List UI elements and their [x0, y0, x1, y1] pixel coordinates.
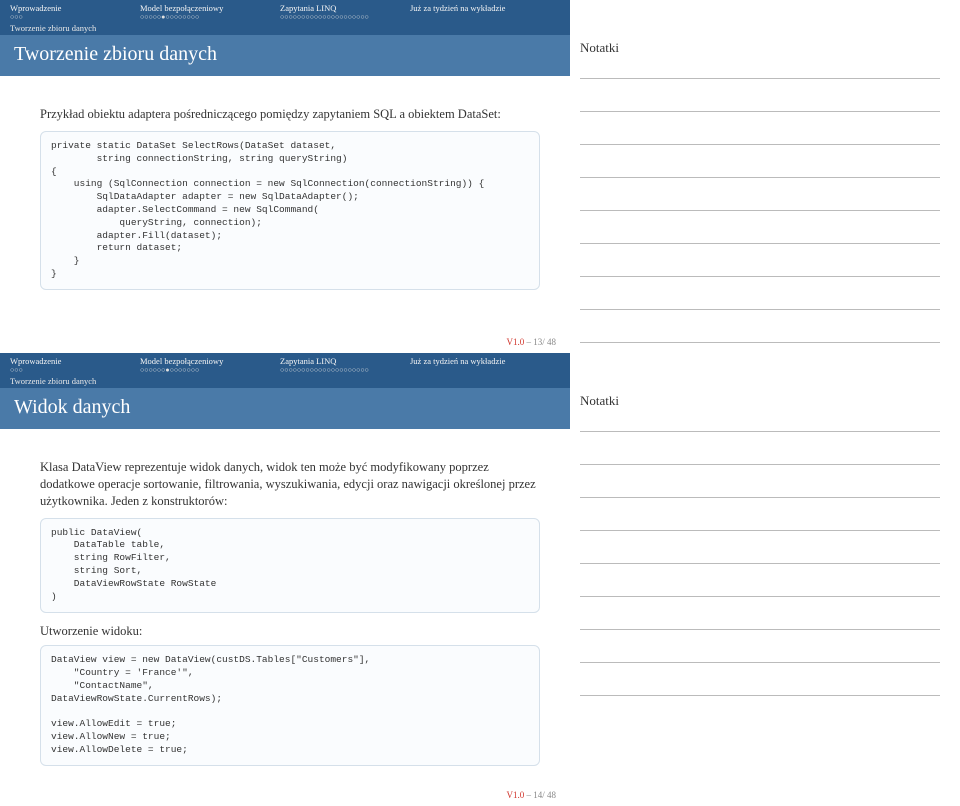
slide-footer: V1.0 – 13/ 48: [0, 333, 570, 353]
version-label: V1.0: [506, 790, 524, 800]
slide-1: Wprowadzenie ○○○ Model bezpołączeniowy ○…: [0, 0, 960, 353]
notes-title: Notatki: [580, 40, 940, 56]
page-number: – 13/ 48: [526, 337, 556, 347]
slide-content: Wprowadzenie ○○○ Model bezpołączeniowy ○…: [0, 353, 570, 806]
body-text: Klasa DataView reprezentuje widok danych…: [40, 459, 540, 510]
nav-label: Model bezpołączeniowy: [140, 356, 280, 366]
slide-2: Wprowadzenie ○○○ Model bezpołączeniowy ○…: [0, 353, 960, 806]
notes-line: [580, 695, 940, 696]
notes-lines: [580, 421, 940, 696]
progress-dots: ○○○: [10, 367, 140, 374]
nav-item[interactable]: Zapytania LINQ ○○○○○○○○○○○○○○○○○○○○○: [280, 356, 410, 374]
nav-item[interactable]: Model bezpołączeniowy ○○○○○●○○○○○○○○: [140, 3, 280, 21]
notes-line: [580, 144, 940, 145]
progress-dots: ○○○○○●○○○○○○○○: [140, 14, 280, 21]
body-text: Przykład obiektu adaptera pośrednicząceg…: [40, 106, 540, 123]
page-number: – 14/ 48: [526, 790, 556, 800]
progress-dots: ○○○○○○○○○○○○○○○○○○○○○: [280, 367, 410, 374]
notes-line: [580, 177, 940, 178]
subsection-label: Tworzenie zbioru danych: [10, 376, 560, 386]
code-block: public DataView( DataTable table, string…: [40, 518, 540, 613]
notes-line: [580, 210, 940, 211]
slide-content: Wprowadzenie ○○○ Model bezpołączeniowy ○…: [0, 0, 570, 353]
version-label: V1.0: [506, 337, 524, 347]
progress-dots: ○○○○○○●○○○○○○○: [140, 367, 280, 374]
notes-lines: [580, 68, 940, 343]
notes-line: [580, 629, 940, 630]
nav-label: Już za tydzień na wykładzie: [410, 356, 560, 366]
nav-label: Zapytania LINQ: [280, 3, 410, 13]
nav-header: Wprowadzenie ○○○ Model bezpołączeniowy ○…: [0, 353, 570, 388]
code-block: DataView view = new DataView(custDS.Tabl…: [40, 645, 540, 766]
nav-header: Wprowadzenie ○○○ Model bezpołączeniowy ○…: [0, 0, 570, 35]
nav-item[interactable]: Wprowadzenie ○○○: [10, 3, 140, 21]
nav-label: Zapytania LINQ: [280, 356, 410, 366]
notes-line: [580, 563, 940, 564]
slide-footer: V1.0 – 14/ 48: [0, 786, 570, 806]
slide-body: Klasa DataView reprezentuje widok danych…: [0, 429, 570, 786]
nav-item[interactable]: Zapytania LINQ ○○○○○○○○○○○○○○○○○○○○○: [280, 3, 410, 21]
code-block: private static DataSet SelectRows(DataSe…: [40, 131, 540, 290]
notes-line: [580, 431, 940, 432]
nav-label: Już za tydzień na wykładzie: [410, 3, 560, 13]
notes-title: Notatki: [580, 393, 940, 409]
nav-item[interactable]: Już za tydzień na wykładzie: [410, 356, 560, 374]
slide-title: Widok danych: [0, 388, 570, 429]
nav-label: Wprowadzenie: [10, 356, 140, 366]
notes-line: [580, 276, 940, 277]
slide-body: Przykład obiektu adaptera pośrednicząceg…: [0, 76, 570, 333]
notes-line: [580, 243, 940, 244]
nav-item[interactable]: Już za tydzień na wykładzie: [410, 3, 560, 21]
notes-line: [580, 78, 940, 79]
nav-label: Model bezpołączeniowy: [140, 3, 280, 13]
slide-title: Tworzenie zbioru danych: [0, 35, 570, 76]
progress-dots: ○○○: [10, 14, 140, 21]
notes-line: [580, 596, 940, 597]
notes-line: [580, 464, 940, 465]
notes-line: [580, 530, 940, 531]
notes-area: Notatki: [570, 353, 960, 806]
sub-heading: Utworzenie widoku:: [40, 623, 540, 640]
notes-line: [580, 309, 940, 310]
progress-dots: ○○○○○○○○○○○○○○○○○○○○○: [280, 14, 410, 21]
notes-line: [580, 342, 940, 343]
notes-line: [580, 662, 940, 663]
nav-item[interactable]: Wprowadzenie ○○○: [10, 356, 140, 374]
nav-item[interactable]: Model bezpołączeniowy ○○○○○○●○○○○○○○: [140, 356, 280, 374]
notes-line: [580, 111, 940, 112]
notes-line: [580, 497, 940, 498]
notes-area: Notatki: [570, 0, 960, 353]
subsection-label: Tworzenie zbioru danych: [10, 23, 560, 33]
nav-label: Wprowadzenie: [10, 3, 140, 13]
